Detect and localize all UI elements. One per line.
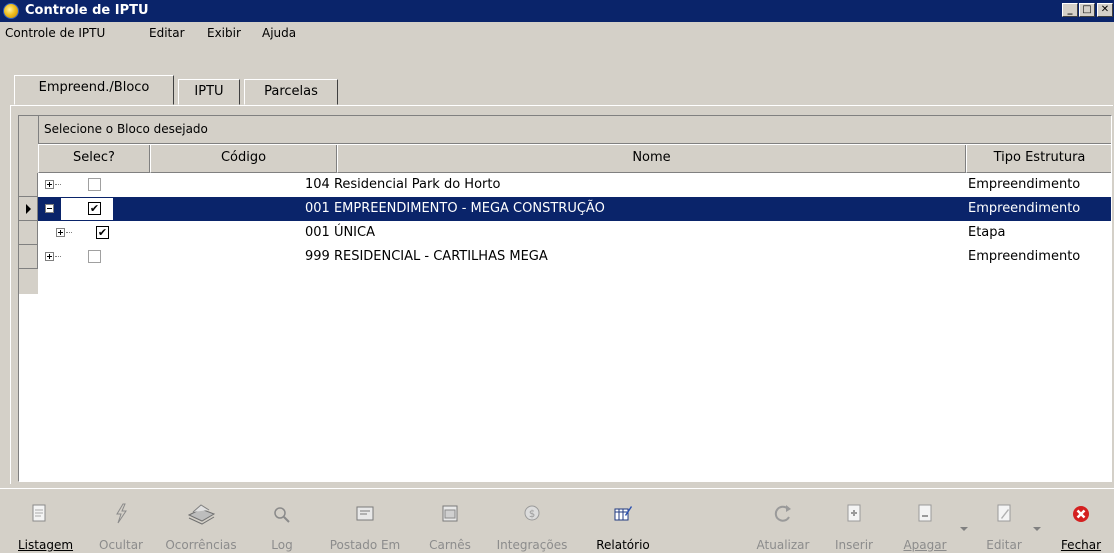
column-header-tipo-estrutura[interactable]: Tipo Estrutura: [966, 145, 1111, 173]
cell-nome: 104 Residencial Park do Horto: [305, 177, 501, 192]
inserir-button[interactable]: Inserir: [826, 489, 882, 553]
filter-lightning-icon: [116, 503, 127, 524]
stack-papers-icon: [187, 504, 216, 525]
mailbox-icon: [356, 506, 374, 521]
cell-nome: 001 EMPREENDIMENTO - MEGA CONSTRUÇÃO: [305, 201, 605, 216]
apagar-dropdown-icon[interactable]: [960, 527, 968, 531]
postado-em-button[interactable]: Postado Em: [322, 489, 408, 553]
atualizar-button[interactable]: Atualizar: [750, 489, 816, 553]
cell-tipo: Empreendimento: [968, 201, 1081, 216]
expand-icon[interactable]: [56, 228, 65, 237]
table-row-selected[interactable]: ✔ 001 EMPREENDIMENTO - MEGA CONSTRUÇÃO E…: [38, 197, 1111, 221]
ocultar-button[interactable]: Ocultar: [92, 489, 150, 553]
group-by-panel[interactable]: Selecione o Bloco desejado: [38, 116, 1111, 144]
column-header-codigo[interactable]: Código: [150, 145, 337, 173]
row-indicator-current[interactable]: [19, 197, 38, 221]
table-row[interactable]: 104 Residencial Park do Horto Empreendim…: [38, 173, 1111, 197]
cell-tipo: Empreendimento: [968, 249, 1081, 264]
booklet-icon: [442, 505, 458, 522]
bottom-toolbar: Listagem Ocultar Ocorrências Log Postado…: [0, 488, 1114, 553]
add-document-icon: [847, 504, 861, 522]
editar-dropdown-icon[interactable]: [1033, 527, 1041, 531]
close-window-button[interactable]: ✕: [1097, 3, 1113, 17]
tab-iptu[interactable]: IPTU: [178, 79, 240, 105]
tree-line: [66, 232, 72, 233]
maximize-button[interactable]: □: [1079, 3, 1095, 17]
cell-nome: 001 ÚNICA: [305, 225, 375, 240]
delete-document-icon: [918, 504, 932, 522]
relatorio-button[interactable]: Relatório: [584, 489, 662, 553]
focus-cell: [61, 198, 113, 220]
close-icon: [1073, 506, 1089, 522]
collapse-icon[interactable]: [45, 204, 54, 213]
integracoes-button[interactable]: $ Integrações: [484, 489, 580, 553]
expand-icon[interactable]: [45, 252, 54, 261]
column-header-nome[interactable]: Nome: [337, 145, 966, 173]
current-row-arrow-icon: [26, 204, 31, 214]
row-indicator[interactable]: [19, 221, 38, 245]
magnifier-icon: [274, 507, 290, 523]
select-checkbox[interactable]: [88, 250, 101, 263]
tab-parcelas[interactable]: Parcelas: [244, 79, 338, 105]
table-row[interactable]: ✔ 001 ÚNICA Etapa: [38, 221, 1111, 245]
table-row[interactable]: 999 RESIDENCIAL - CARTILHAS MEGA Empreen…: [38, 245, 1111, 269]
expand-icon[interactable]: [45, 180, 54, 189]
minimize-button[interactable]: _: [1062, 3, 1078, 17]
svg-text:$: $: [529, 509, 535, 520]
integration-icon: $: [524, 505, 540, 521]
report-icon: [614, 506, 632, 521]
tree-grid[interactable]: Selecione o Bloco desejado Selec? Código…: [18, 115, 1112, 482]
ocorrencias-button[interactable]: Ocorrências: [158, 489, 244, 553]
tree-line: [55, 184, 61, 185]
menu-ajuda[interactable]: Ajuda: [262, 26, 296, 40]
select-checkbox-checked[interactable]: ✔: [88, 202, 101, 215]
column-header-selec[interactable]: Selec?: [38, 145, 150, 173]
tree-line: [55, 256, 61, 257]
document-icon: [32, 504, 46, 522]
tab-empreend-bloco[interactable]: Empreend./Bloco: [14, 75, 174, 105]
cell-tipo: Etapa: [968, 225, 1006, 240]
menu-controle-iptu[interactable]: Controle de IPTU: [5, 26, 105, 40]
title-bar: Controle de IPTU _ □ ✕: [0, 0, 1114, 22]
app-icon[interactable]: [3, 3, 19, 19]
edit-document-icon: [997, 504, 1011, 522]
cell-tipo: Empreendimento: [968, 177, 1081, 192]
window-title: Controle de IPTU: [25, 3, 149, 18]
menu-bar: Controle de IPTU Editar Exibir Ajuda: [0, 22, 1114, 44]
select-checkbox[interactable]: [88, 178, 101, 191]
refresh-icon: [774, 505, 791, 522]
carnes-button[interactable]: Carnês: [420, 489, 480, 553]
apagar-button[interactable]: Apagar: [892, 489, 958, 553]
fechar-button[interactable]: Fechar: [1050, 489, 1112, 553]
row-indicator[interactable]: [19, 173, 38, 197]
menu-exibir[interactable]: Exibir: [207, 26, 241, 40]
select-checkbox-checked[interactable]: ✔: [96, 226, 109, 239]
editar-button[interactable]: Editar: [976, 489, 1032, 553]
cell-nome: 999 RESIDENCIAL - CARTILHAS MEGA: [305, 249, 548, 264]
group-label: Selecione o Bloco desejado: [44, 122, 208, 136]
row-indicator[interactable]: [19, 245, 38, 269]
listagem-button[interactable]: Listagem: [18, 489, 73, 553]
log-button[interactable]: Log: [262, 489, 302, 553]
menu-editar[interactable]: Editar: [149, 26, 185, 40]
